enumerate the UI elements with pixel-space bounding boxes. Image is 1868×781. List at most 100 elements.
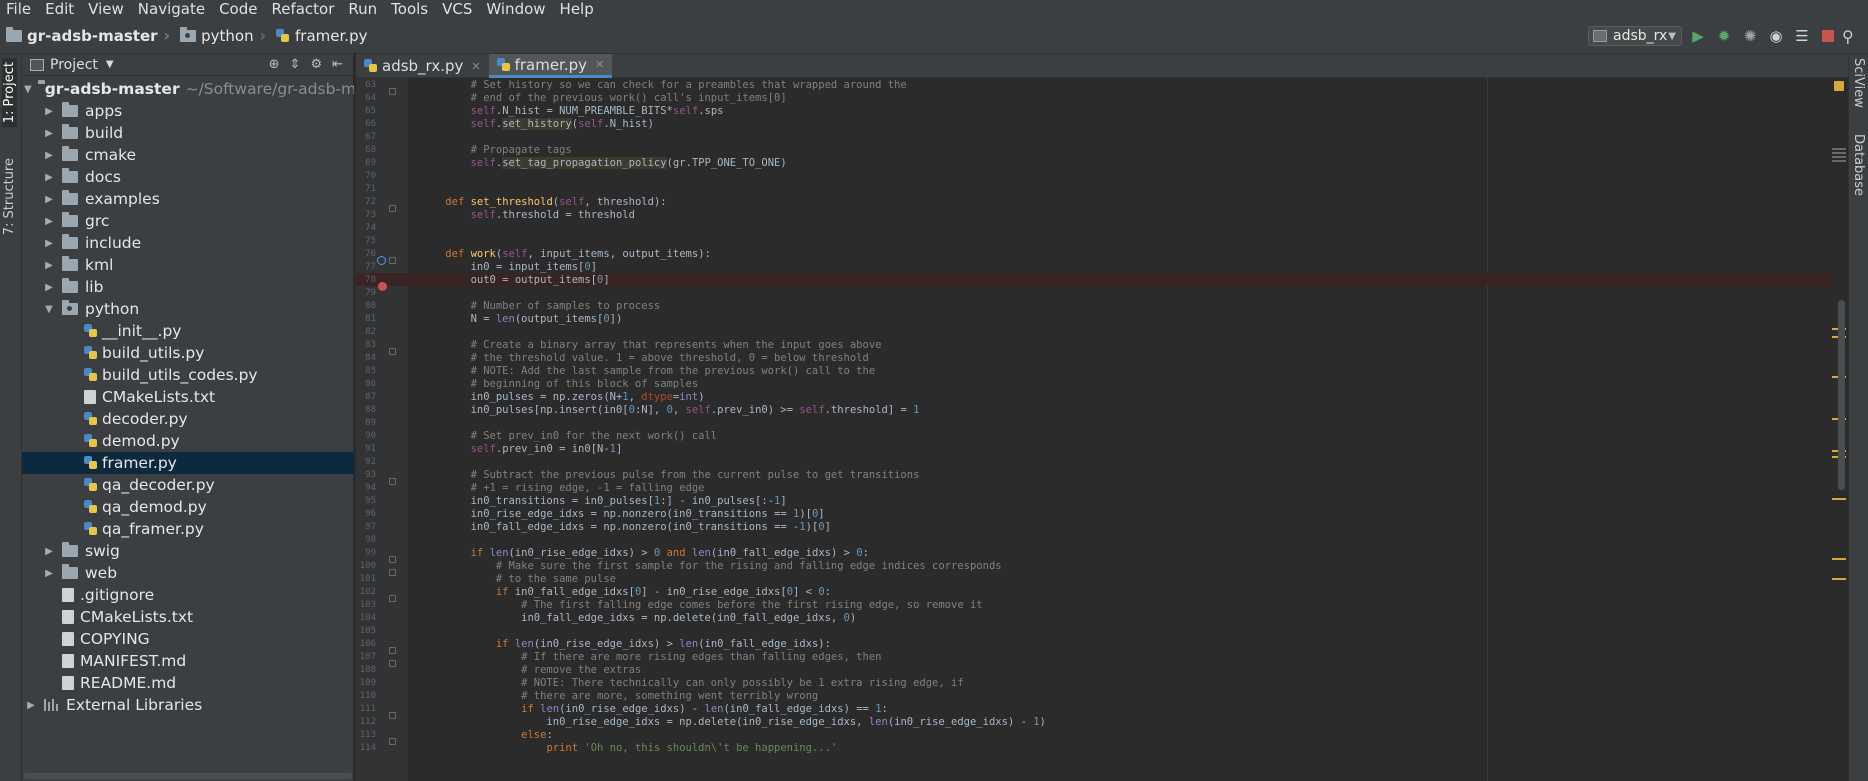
- code-line[interactable]: 111 if len(in0_rise_edge_idxs) - len(in0…: [356, 702, 1836, 719]
- tree-item-build-utils-py[interactable]: build_utils.py: [22, 342, 354, 364]
- stripe-mark[interactable]: [1832, 578, 1846, 580]
- breadcrumb-python[interactable]: python ›: [174, 26, 270, 45]
- code-line[interactable]: 88 in0_pulses[np.insert(in0[0:N], 0, sel…: [356, 403, 1836, 416]
- code-editor[interactable]: 63 # Set history so we can check for a p…: [356, 78, 1836, 781]
- debug-icon[interactable]: ✹: [1714, 26, 1734, 46]
- code-line[interactable]: 91 self.prev_in0 = in0[N-1]: [356, 442, 1836, 455]
- search-everywhere-icon[interactable]: ⚲: [1842, 27, 1854, 46]
- code-line[interactable]: 78 out0 = output_items[0]: [356, 273, 1836, 291]
- close-icon[interactable]: ✕: [471, 60, 480, 73]
- code-line[interactable]: 114 print 'Oh no, this shouldn\'t be hap…: [356, 741, 1836, 754]
- code-line[interactable]: 100 # Make sure the first sample for the…: [356, 559, 1836, 576]
- menu-code[interactable]: Code: [213, 0, 265, 18]
- code-line[interactable]: 103 # The first falling edge comes befor…: [356, 598, 1836, 611]
- tab-adsb_rx-py[interactable]: adsb_rx.py ✕: [356, 54, 489, 78]
- code-line[interactable]: 95 in0_transitions = in0_pulses[1:] - in…: [356, 494, 1836, 507]
- code-line[interactable]: 107 # If there are more rising edges tha…: [356, 650, 1836, 667]
- code-line[interactable]: 64 # end of the previous work() call's i…: [356, 91, 1836, 104]
- tab-sciview-tool[interactable]: SciView: [1851, 58, 1866, 108]
- stripe-mark[interactable]: [1832, 152, 1846, 154]
- tree-item-init-py[interactable]: __init__.py: [22, 320, 354, 342]
- code-line[interactable]: 66 self.set_history(self.N_hist): [356, 117, 1836, 130]
- tree-item-decoder-py[interactable]: decoder.py: [22, 408, 354, 430]
- code-line[interactable]: 79: [356, 286, 1836, 299]
- tree-item-examples[interactable]: ▶ examples: [22, 188, 354, 210]
- chevron-right-icon[interactable]: ▶: [42, 216, 56, 227]
- code-line[interactable]: 96 in0_rise_edge_idxs = np.nonzero(in0_t…: [356, 507, 1836, 520]
- code-line[interactable]: 74: [356, 221, 1836, 234]
- chevron-right-icon[interactable]: ▶: [42, 238, 56, 249]
- stripe-mark[interactable]: [1832, 148, 1846, 150]
- breadcrumb-file[interactable]: framer.py: [270, 27, 367, 45]
- code-line[interactable]: 67: [356, 130, 1836, 143]
- collapse-all-icon[interactable]: ⇕: [290, 57, 301, 72]
- chevron-right-icon[interactable]: ▶: [42, 172, 56, 183]
- tree-item-readme-md[interactable]: README.md: [22, 672, 354, 694]
- tree-item-qa-framer-py[interactable]: qa_framer.py: [22, 518, 354, 540]
- code-line[interactable]: 92: [356, 455, 1836, 468]
- chevron-right-icon[interactable]: ▶: [24, 700, 38, 711]
- code-line[interactable]: 102 if in0_fall_edge_idxs[0] - in0_rise_…: [356, 585, 1836, 602]
- code-line[interactable]: 63 # Set history so we can check for a p…: [356, 78, 1836, 95]
- stripe-mark[interactable]: [1832, 558, 1846, 560]
- code-line[interactable]: 72 def set_threshold(self, threshold):: [356, 195, 1836, 212]
- chevron-down-icon[interactable]: ▼: [42, 304, 56, 315]
- chevron-right-icon[interactable]: ▶: [42, 150, 56, 161]
- code-line[interactable]: 87 in0_pulses = np.zeros(N+1, dtype=int): [356, 390, 1836, 403]
- tree-root[interactable]: ▼ gr-adsb-master ~/Software/gr-adsb-mast…: [22, 78, 354, 100]
- code-line[interactable]: 65 self.N_hist = NUM_PREAMBLE_BITS*self.…: [356, 104, 1836, 117]
- code-line[interactable]: 82: [356, 325, 1836, 338]
- menu-file[interactable]: File: [0, 0, 39, 18]
- code-line[interactable]: 73 self.threshold = threshold: [356, 208, 1836, 221]
- chevron-right-icon[interactable]: ▶: [42, 194, 56, 205]
- code-line[interactable]: 113 else:: [356, 728, 1836, 745]
- code-line[interactable]: 93 # Subtract the previous pulse from th…: [356, 468, 1836, 485]
- chevron-right-icon[interactable]: ▶: [42, 546, 56, 557]
- tree-item-python[interactable]: ▼ python: [22, 298, 354, 320]
- tree-item-build-utils-codes-py[interactable]: build_utils_codes.py: [22, 364, 354, 386]
- code-line[interactable]: 106 if len(in0_rise_edge_idxs) > len(in0…: [356, 637, 1836, 654]
- menu-help[interactable]: Help: [554, 0, 602, 18]
- tree-item-build[interactable]: ▶ build: [22, 122, 354, 144]
- menu-run[interactable]: Run: [342, 0, 385, 18]
- tree-item-copying[interactable]: COPYING: [22, 628, 354, 650]
- code-line[interactable]: 68 # Propagate tags: [356, 143, 1836, 156]
- code-line[interactable]: 85 # NOTE: Add the last sample from the …: [356, 364, 1836, 377]
- tab-framer-py[interactable]: framer.py ✕: [488, 54, 613, 78]
- menu-tools[interactable]: Tools: [385, 0, 436, 18]
- code-line[interactable]: 84 # the threshold value. 1 = above thre…: [356, 351, 1836, 364]
- chevron-right-icon[interactable]: ▶: [42, 106, 56, 117]
- tree-item-cmakelists-txt[interactable]: CMakeLists.txt: [22, 606, 354, 628]
- chevron-right-icon[interactable]: ▶: [42, 260, 56, 271]
- tree-item-grc[interactable]: ▶ grc: [22, 210, 354, 232]
- code-line[interactable]: 70: [356, 169, 1836, 182]
- breadcrumb-root[interactable]: gr-adsb-master ›: [0, 26, 174, 45]
- tree-item-cmake[interactable]: ▶ cmake: [22, 144, 354, 166]
- tree-item-lib[interactable]: ▶ lib: [22, 276, 354, 298]
- run-configuration-select[interactable]: adsb_rx ▼: [1588, 26, 1682, 46]
- code-line[interactable]: 101 # to the same pulse: [356, 572, 1836, 585]
- profile-icon[interactable]: ◉: [1766, 26, 1786, 46]
- code-line[interactable]: 80 # Number of samples to process: [356, 299, 1836, 312]
- chevron-right-icon[interactable]: ▶: [42, 282, 56, 293]
- tree-item-gitignore[interactable]: .gitignore: [22, 584, 354, 606]
- code-line[interactable]: 99 if len(in0_rise_edge_idxs) > 0 and le…: [356, 546, 1836, 563]
- tree-item-external-libraries[interactable]: ▶ External Libraries: [22, 694, 354, 716]
- menu-view[interactable]: View: [82, 0, 132, 18]
- code-line[interactable]: 75: [356, 234, 1836, 247]
- code-line[interactable]: 98: [356, 533, 1836, 546]
- chevron-right-icon[interactable]: ▶: [42, 568, 56, 579]
- project-view-selector[interactable]: Project: [50, 57, 98, 73]
- vertical-scrollbar[interactable]: [1838, 300, 1845, 490]
- locate-file-icon[interactable]: ⊕: [269, 57, 280, 72]
- stripe-mark[interactable]: [1832, 160, 1846, 162]
- code-line[interactable]: 94 # +1 = rising edge, -1 = falling edge: [356, 481, 1836, 494]
- stripe-mark[interactable]: [1832, 156, 1846, 158]
- menu-edit[interactable]: Edit: [39, 0, 82, 18]
- tree-item-web[interactable]: ▶ web: [22, 562, 354, 584]
- code-line[interactable]: 104 in0_fall_edge_idxs = np.delete(in0_f…: [356, 611, 1836, 624]
- warning-indicator-icon[interactable]: [1834, 81, 1844, 91]
- stripe-mark[interactable]: [1832, 498, 1846, 500]
- tree-item-framer-py[interactable]: framer.py: [22, 452, 354, 474]
- code-line[interactable]: 108 # remove the extras: [356, 663, 1836, 676]
